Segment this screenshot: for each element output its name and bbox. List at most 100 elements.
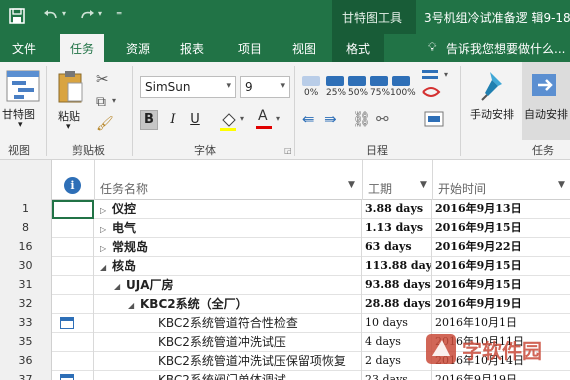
indicator-cell[interactable] <box>52 314 94 333</box>
underline-button[interactable]: U <box>186 110 204 130</box>
table-row[interactable]: 32 ◢ KBC2系统（全厂） 28.88 days 2016年9月19日 <box>0 295 570 314</box>
start-date-cell[interactable]: 2016年9月19日 <box>432 295 570 314</box>
copy-icon[interactable]: ⧉ <box>96 94 106 110</box>
cut-icon[interactable]: ✂ <box>96 70 109 88</box>
gantt-chart-icon[interactable] <box>6 70 40 102</box>
duration-cell[interactable]: 28.88 days <box>362 295 432 314</box>
undo-dropdown-icon[interactable]: ▾ <box>62 9 66 18</box>
unlink-tasks-icon[interactable]: ⚯ <box>376 110 389 128</box>
percent-100-button[interactable] <box>392 76 410 86</box>
duration-cell[interactable]: 113.88 days <box>362 257 432 276</box>
duration-cell[interactable]: 63 days <box>362 238 432 257</box>
indicators-info-icon[interactable]: i <box>64 177 81 194</box>
copy-dropdown-icon[interactable]: ▾ <box>112 96 116 105</box>
task-name-cell[interactable]: KBC2系统管道冲洗试压 <box>94 333 362 352</box>
task-name-cell[interactable]: ▷ 电气 <box>94 219 362 238</box>
undo-icon[interactable] <box>42 7 60 25</box>
table-row[interactable]: 31 ◢ UJA厂房 93.88 days 2016年9月15日 <box>0 276 570 295</box>
bold-button[interactable]: B <box>140 110 158 130</box>
percent-25-button[interactable] <box>326 76 344 86</box>
task-name-cell[interactable]: ▷ 仪控 <box>94 200 362 219</box>
format-painter-icon[interactable]: 🖌︎ <box>96 116 114 132</box>
task-name-cell[interactable]: KBC2系统管道冲洗试压保留项恢复 <box>94 352 362 371</box>
table-row[interactable]: 8 ▷ 电气 1.13 days 2016年9月15日 <box>0 219 570 238</box>
indicator-cell[interactable] <box>52 200 94 219</box>
percent-75-button[interactable] <box>370 76 388 86</box>
paste-dropdown-icon[interactable]: ▾ <box>66 122 71 132</box>
column-header-duration[interactable]: 工期 <box>368 180 392 197</box>
task-name-cell[interactable]: ◢ KBC2系统（全厂） <box>94 295 362 314</box>
percent-0-button[interactable] <box>302 76 320 86</box>
table-row[interactable]: 16 ▷ 常规岛 63 days 2016年9月22日 <box>0 238 570 257</box>
tab-view[interactable]: 视图 <box>292 40 316 57</box>
table-row[interactable]: 30 ◢ 核岛 113.88 days 2016年9月15日 <box>0 257 570 276</box>
collapse-icon[interactable]: ◢ <box>100 259 112 276</box>
collapse-icon[interactable]: ◢ <box>114 278 126 295</box>
task-name-dropdown-icon[interactable]: ▼ <box>348 180 355 190</box>
font-color-dropdown-icon[interactable]: ▾ <box>276 114 280 123</box>
redo-icon[interactable] <box>78 7 96 25</box>
column-header-task-name[interactable]: 任务名称 <box>100 180 148 197</box>
auto-schedule-button[interactable]: 自动安排 <box>522 62 570 140</box>
row-id[interactable]: 16 <box>0 238 52 257</box>
start-date-cell[interactable]: 2016年9月15日 <box>432 276 570 295</box>
duration-cell[interactable]: 93.88 days <box>362 276 432 295</box>
indicator-cell[interactable] <box>52 257 94 276</box>
start-date-cell[interactable]: 2016年9月22日 <box>432 238 570 257</box>
italic-button[interactable]: I <box>164 110 182 130</box>
start-date-cell[interactable]: 2016年9月13日 <box>432 200 570 219</box>
task-name-cell[interactable]: KBC2系统阀门单体调试 <box>94 371 362 380</box>
row-id[interactable]: 33 <box>0 314 52 333</box>
duration-cell[interactable]: 3.88 days <box>362 200 432 219</box>
redo-dropdown-icon[interactable]: ▾ <box>98 9 102 18</box>
tab-report[interactable]: 报表 <box>180 40 204 57</box>
row-id[interactable]: 31 <box>0 276 52 295</box>
indicator-cell[interactable] <box>52 352 94 371</box>
expand-icon[interactable]: ▷ <box>100 202 112 219</box>
font-size-select[interactable]: 9 ▾ <box>240 76 290 98</box>
tell-me-box[interactable]: 告诉我您想要做什么... <box>446 40 565 57</box>
select-all-corner[interactable] <box>0 160 52 200</box>
indicator-cell[interactable] <box>52 333 94 352</box>
fill-color-icon[interactable] <box>218 110 240 132</box>
pushpin-icon[interactable] <box>480 70 510 102</box>
font-color-icon[interactable]: A <box>254 108 274 132</box>
customize-qat-icon[interactable]: ⁼ <box>116 8 122 22</box>
expand-icon[interactable]: ▷ <box>100 240 112 257</box>
task-name-cell[interactable]: ▷ 常规岛 <box>94 238 362 257</box>
table-row[interactable]: 1 ▷ 仪控 3.88 days 2016年9月13日 <box>0 200 570 219</box>
start-date-cell[interactable]: 2016年9月15日 <box>432 257 570 276</box>
task-name-cell[interactable]: KBC2系统管道符合性检查 <box>94 314 362 333</box>
task-name-cell[interactable]: ◢ UJA厂房 <box>94 276 362 295</box>
indicator-cell[interactable] <box>52 371 94 380</box>
row-id[interactable]: 36 <box>0 352 52 371</box>
tab-file[interactable]: 文件 <box>12 40 36 57</box>
indicator-cell[interactable] <box>52 295 94 314</box>
task-name-cell[interactable]: ◢ 核岛 <box>94 257 362 276</box>
start-date-cell[interactable]: 2016年9月15日 <box>432 219 570 238</box>
gantt-dropdown-icon[interactable]: ▾ <box>18 120 23 130</box>
percent-50-button[interactable] <box>348 76 366 86</box>
row-id[interactable]: 30 <box>0 257 52 276</box>
tab-format[interactable]: 格式 <box>332 34 385 62</box>
dialog-launcher-icon[interactable]: ◲ <box>284 146 292 155</box>
tab-project[interactable]: 项目 <box>238 40 262 57</box>
duration-dropdown-icon[interactable]: ▼ <box>420 180 427 190</box>
column-header-start[interactable]: 开始时间 <box>438 180 486 197</box>
row-id[interactable]: 8 <box>0 219 52 238</box>
indicator-cell[interactable] <box>52 276 94 295</box>
row-id[interactable]: 32 <box>0 295 52 314</box>
tab-task[interactable]: 任务 <box>60 34 105 62</box>
manual-schedule-button[interactable]: 手动安排 <box>470 106 514 122</box>
mark-on-track-dropdown-icon[interactable]: ▾ <box>444 70 448 79</box>
paste-icon[interactable] <box>56 70 84 104</box>
save-icon[interactable] <box>8 7 26 25</box>
fill-color-dropdown-icon[interactable]: ▾ <box>240 114 244 123</box>
row-id[interactable]: 35 <box>0 333 52 352</box>
row-id[interactable]: 37 <box>0 371 52 380</box>
link-tasks-icon[interactable]: ⛓︎ <box>352 110 371 128</box>
inactivate-icon[interactable] <box>424 110 446 130</box>
indicator-cell[interactable] <box>52 238 94 257</box>
row-id[interactable]: 1 <box>0 200 52 219</box>
mark-on-track-icon[interactable] <box>420 68 442 108</box>
